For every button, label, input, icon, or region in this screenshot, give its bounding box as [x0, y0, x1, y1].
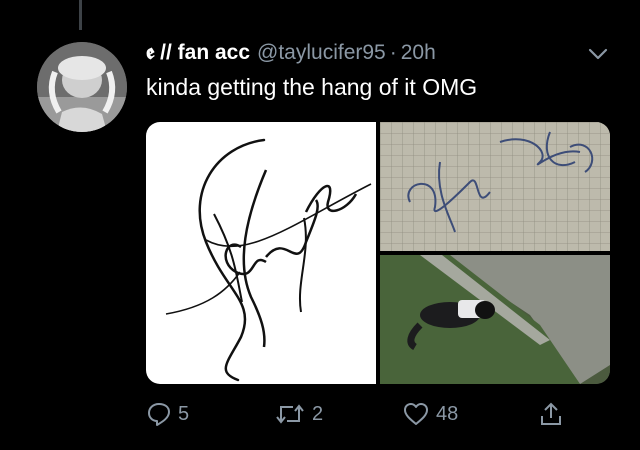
- thread-connector-line: [79, 0, 82, 30]
- reply-count: 5: [178, 402, 190, 425]
- tweet-header: 𝖊 // fan acc @taylucifer95 · 20h: [146, 37, 606, 69]
- share-icon: [538, 400, 564, 428]
- media-image-signature-grid-paper[interactable]: [380, 122, 610, 251]
- timestamp[interactable]: 20h: [401, 41, 436, 65]
- tweet-actions: 5 2 48: [146, 396, 610, 432]
- share-button[interactable]: [538, 396, 564, 432]
- retweet-icon: [274, 401, 306, 427]
- retweet-button[interactable]: 2: [274, 396, 323, 432]
- like-icon: [402, 401, 430, 427]
- like-button[interactable]: 48: [402, 396, 458, 432]
- retweet-count: 2: [312, 402, 324, 425]
- reply-button[interactable]: 5: [146, 396, 189, 432]
- avatar[interactable]: [37, 42, 127, 132]
- like-count: 48: [436, 402, 459, 425]
- media-image-signature-large[interactable]: [146, 122, 376, 384]
- media-grid: [146, 122, 610, 384]
- display-name[interactable]: 𝖊 // fan acc: [146, 41, 250, 65]
- media-image-person-on-grass[interactable]: [380, 255, 610, 384]
- user-handle[interactable]: @taylucifer95: [257, 41, 386, 65]
- header-separator: ·: [389, 41, 397, 64]
- chevron-down-icon[interactable]: [586, 44, 610, 64]
- reply-icon: [146, 401, 172, 427]
- tweet-text: kinda getting the hang of it OMG: [146, 74, 478, 100]
